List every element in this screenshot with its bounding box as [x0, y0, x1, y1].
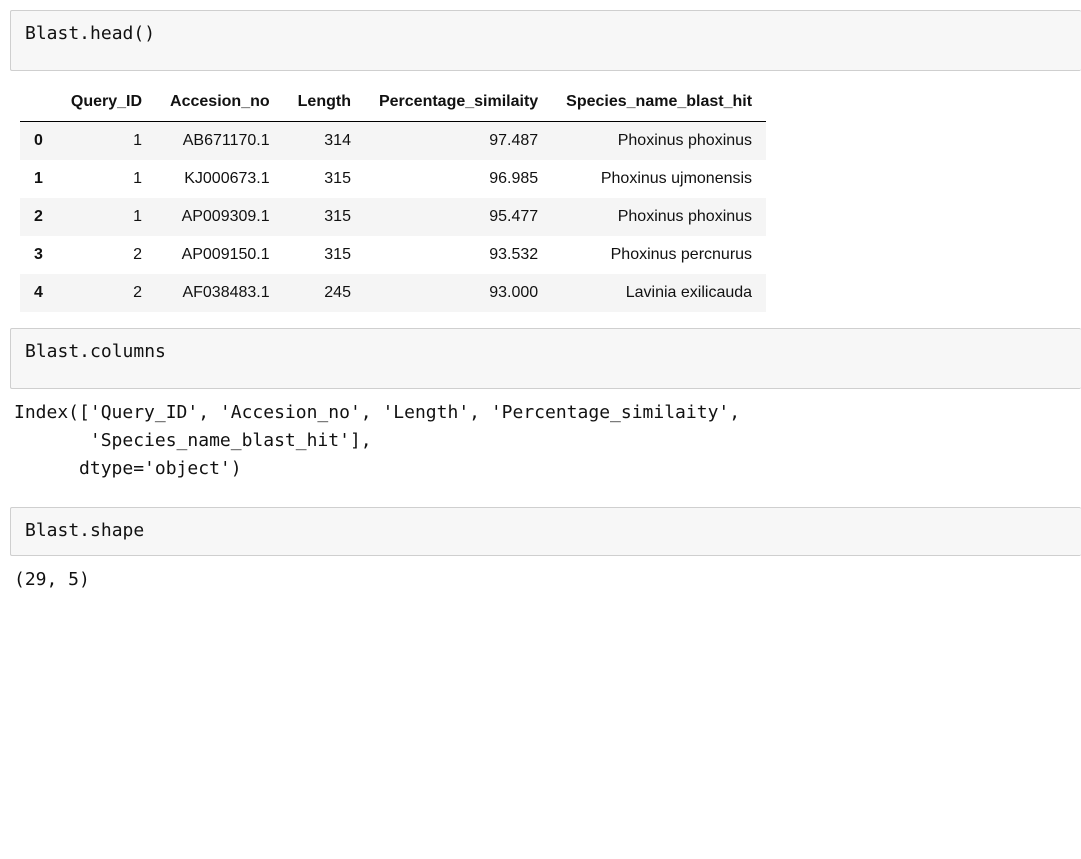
cell-Accesion_no: AP009150.1 [156, 236, 284, 274]
cell-Percentage_similaity: 95.477 [365, 198, 552, 236]
table-header-row: Query_ID Accesion_no Length Percentage_s… [20, 83, 766, 122]
cell-Query_ID: 2 [57, 236, 156, 274]
cell-Length: 315 [284, 236, 365, 274]
cell-Species_name_blast_hit: Phoxinus phoxinus [552, 198, 766, 236]
dataframe-table: Query_ID Accesion_no Length Percentage_s… [20, 83, 766, 312]
cell-Species_name_blast_hit: Phoxinus percnurus [552, 236, 766, 274]
cell-Query_ID: 1 [57, 122, 156, 161]
index-header [20, 83, 57, 122]
row-index: 2 [20, 198, 57, 236]
cell-Query_ID: 1 [57, 198, 156, 236]
row-index: 0 [20, 122, 57, 161]
col-Accesion_no: Accesion_no [156, 83, 284, 122]
table-row: 1 1 KJ000673.1 315 96.985 Phoxinus ujmon… [20, 160, 766, 198]
output-columns: Index(['Query_ID', 'Accesion_no', 'Lengt… [10, 389, 1081, 493]
cell-Percentage_similaity: 97.487 [365, 122, 552, 161]
cell-Percentage_similaity: 93.000 [365, 274, 552, 312]
table-row: 0 1 AB671170.1 314 97.487 Phoxinus phoxi… [20, 122, 766, 161]
cell-Length: 315 [284, 160, 365, 198]
code-cell-head[interactable]: Blast.head() [10, 10, 1081, 71]
col-Percentage_similaity: Percentage_similaity [365, 83, 552, 122]
table-row: 4 2 AF038483.1 245 93.000 Lavinia exilic… [20, 274, 766, 312]
cell-Length: 245 [284, 274, 365, 312]
cell-Species_name_blast_hit: Phoxinus ujmonensis [552, 160, 766, 198]
cell-Query_ID: 2 [57, 274, 156, 312]
cell-Accesion_no: AP009309.1 [156, 198, 284, 236]
cell-Accesion_no: KJ000673.1 [156, 160, 284, 198]
table-row: 3 2 AP009150.1 315 93.532 Phoxinus percn… [20, 236, 766, 274]
col-Length: Length [284, 83, 365, 122]
dataframe-output: Query_ID Accesion_no Length Percentage_s… [20, 71, 1081, 328]
cell-Species_name_blast_hit: Lavinia exilicauda [552, 274, 766, 312]
cell-Query_ID: 1 [57, 160, 156, 198]
code-cell-columns[interactable]: Blast.columns [10, 328, 1081, 389]
col-Query_ID: Query_ID [57, 83, 156, 122]
cell-Species_name_blast_hit: Phoxinus phoxinus [552, 122, 766, 161]
cell-Percentage_similaity: 93.532 [365, 236, 552, 274]
cell-Length: 315 [284, 198, 365, 236]
cell-Length: 314 [284, 122, 365, 161]
row-index: 3 [20, 236, 57, 274]
code-cell-shape[interactable]: Blast.shape [10, 507, 1081, 556]
cell-Accesion_no: AB671170.1 [156, 122, 284, 161]
output-shape: (29, 5) [10, 556, 1081, 604]
cell-Percentage_similaity: 96.985 [365, 160, 552, 198]
cell-Accesion_no: AF038483.1 [156, 274, 284, 312]
row-index: 4 [20, 274, 57, 312]
col-Species_name_blast_hit: Species_name_blast_hit [552, 83, 766, 122]
table-row: 2 1 AP009309.1 315 95.477 Phoxinus phoxi… [20, 198, 766, 236]
row-index: 1 [20, 160, 57, 198]
